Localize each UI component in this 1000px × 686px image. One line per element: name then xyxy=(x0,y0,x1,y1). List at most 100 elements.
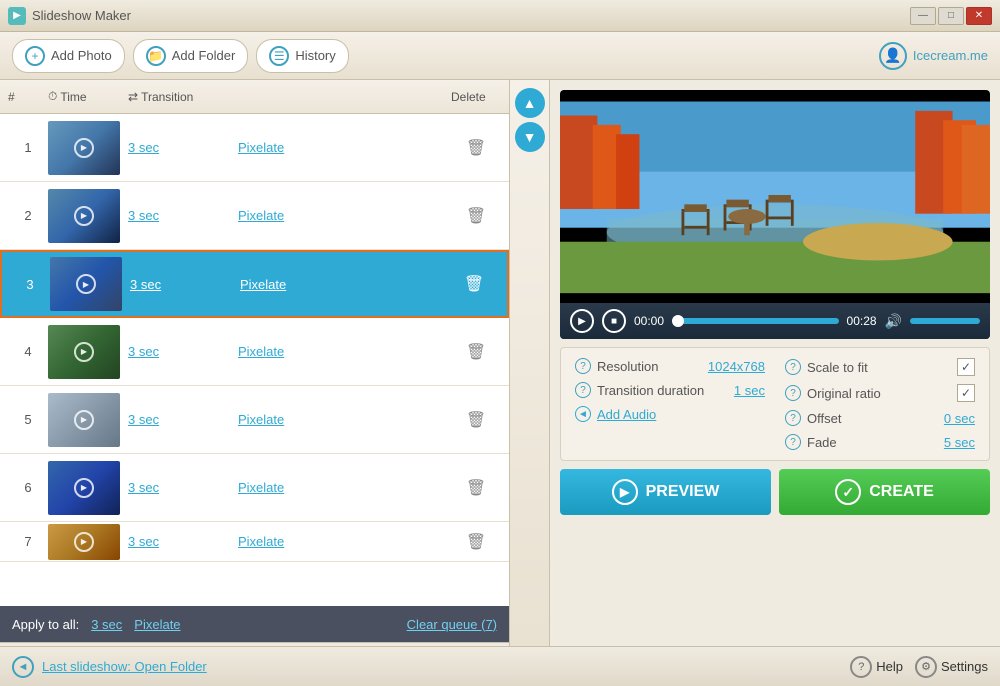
list-item[interactable]: 3 ▶ 3 sec Pixelate 🗑 xyxy=(0,250,509,318)
brand-icon: 👤 xyxy=(879,42,907,70)
settings-button[interactable]: ⚙ Settings xyxy=(915,656,988,678)
scale-to-fit-checkbox[interactable]: ✓ xyxy=(957,358,975,376)
apply-time-link[interactable]: 3 sec xyxy=(91,617,122,632)
scale-to-fit-help-icon[interactable]: ? xyxy=(785,359,801,375)
transition-link[interactable]: Pixelate xyxy=(238,208,451,223)
time-link[interactable]: 3 sec xyxy=(128,140,238,155)
list-item[interactable]: 7 ▶ 3 sec Pixelate 🗑 xyxy=(0,522,509,562)
brand-link[interactable]: 👤 Icecream.me xyxy=(879,42,988,70)
progress-thumb xyxy=(672,315,684,327)
offset-value[interactable]: 0 sec xyxy=(944,411,975,426)
delete-button[interactable]: 🗑 xyxy=(451,206,501,226)
play-icon: ▶ xyxy=(76,274,96,294)
transition-link[interactable]: Pixelate xyxy=(238,140,451,155)
play-button[interactable]: ▶ xyxy=(570,309,594,333)
row-number: 1 xyxy=(8,140,48,155)
time-link[interactable]: 3 sec xyxy=(128,344,238,359)
transition-link[interactable]: Pixelate xyxy=(238,534,451,549)
move-down-button[interactable]: ▼ xyxy=(515,122,545,152)
apply-label: Apply to all: xyxy=(12,617,79,632)
resolution-label: Resolution xyxy=(597,359,658,374)
thumbnail: ▶ xyxy=(48,121,120,175)
delete-button[interactable]: 🗑 xyxy=(451,342,501,362)
delete-button[interactable]: 🗑 xyxy=(451,532,501,552)
add-folder-button[interactable]: 📁 Add Folder xyxy=(133,39,249,73)
photo-list[interactable]: 1 ▶ 3 sec Pixelate 🗑 2 ▶ 3 sec Pixelate … xyxy=(0,114,509,606)
video-scene xyxy=(560,90,990,300)
fade-row: ? Fade 5 sec xyxy=(785,434,975,450)
window-controls: — □ ✕ xyxy=(910,7,992,25)
transition-icon: ⇄ xyxy=(128,90,138,104)
fade-help-icon[interactable]: ? xyxy=(785,434,801,450)
play-icon: ▶ xyxy=(74,206,94,226)
time-link[interactable]: 3 sec xyxy=(128,480,238,495)
time-link[interactable]: 3 sec xyxy=(130,277,240,292)
delete-button[interactable]: 🗑 xyxy=(451,410,501,430)
stop-button[interactable]: ■ xyxy=(602,309,626,333)
list-item[interactable]: 5 ▶ 3 sec Pixelate 🗑 xyxy=(0,386,509,454)
list-item[interactable]: 6 ▶ 3 sec Pixelate 🗑 xyxy=(0,454,509,522)
play-icon: ▶ xyxy=(74,532,94,552)
bottom-right-actions: ? Help ⚙ Settings xyxy=(850,656,988,678)
original-ratio-checkbox[interactable]: ✓ xyxy=(957,384,975,402)
row-number: 4 xyxy=(8,344,48,359)
resolution-value[interactable]: 1024x768 xyxy=(708,359,765,374)
original-ratio-label: Original ratio xyxy=(807,386,881,401)
delete-button[interactable]: 🗑 xyxy=(451,138,501,158)
preview-button[interactable]: ▶ PREVIEW xyxy=(560,469,771,515)
transition-duration-help-icon[interactable]: ? xyxy=(575,382,591,398)
maximize-button[interactable]: □ xyxy=(938,7,964,25)
add-audio-icon[interactable]: ◄ xyxy=(575,406,591,422)
time-link[interactable]: 3 sec xyxy=(128,208,238,223)
list-item[interactable]: 1 ▶ 3 sec Pixelate 🗑 xyxy=(0,114,509,182)
list-item[interactable]: 2 ▶ 3 sec Pixelate 🗑 xyxy=(0,182,509,250)
thumbnail: ▶ xyxy=(48,393,120,447)
delete-button[interactable]: 🗑 xyxy=(451,478,501,498)
add-audio-row: ◄ Add Audio xyxy=(575,406,765,422)
delete-button[interactable]: 🗑 xyxy=(449,274,499,294)
transition-link[interactable]: Pixelate xyxy=(240,277,449,292)
settings-label: Settings xyxy=(941,659,988,674)
add-photo-icon: + xyxy=(25,46,45,66)
main-content: # ⏱ Time ⇄ Transition Delete 1 ▶ xyxy=(0,80,1000,686)
clear-queue-link[interactable]: Clear queue (7) xyxy=(407,617,497,632)
time-icon: ⏱ xyxy=(48,89,57,104)
move-up-button[interactable]: ▲ xyxy=(515,88,545,118)
add-photo-button[interactable]: + Add Photo xyxy=(12,39,125,73)
help-button[interactable]: ? Help xyxy=(850,656,903,678)
volume-bar[interactable] xyxy=(910,318,980,324)
play-icon: ▶ xyxy=(74,478,94,498)
table-header: # ⏱ Time ⇄ Transition Delete xyxy=(0,80,509,114)
time-link[interactable]: 3 sec xyxy=(128,534,238,549)
help-label: Help xyxy=(876,659,903,674)
fade-value[interactable]: 5 sec xyxy=(944,435,975,450)
list-item[interactable]: 4 ▶ 3 sec Pixelate 🗑 xyxy=(0,318,509,386)
transition-link[interactable]: Pixelate xyxy=(238,412,451,427)
settings-right: ? Scale to fit ✓ ? Original ratio ✓ ? Of… xyxy=(785,358,975,450)
close-button[interactable]: ✕ xyxy=(966,7,992,25)
preview-label: PREVIEW xyxy=(646,483,720,501)
transition-duration-value[interactable]: 1 sec xyxy=(734,383,765,398)
app-icon: ▶ xyxy=(8,7,26,25)
settings-panel: ? Resolution 1024x768 ? Transition durat… xyxy=(560,347,990,461)
last-slideshow-link[interactable]: Last slideshow: Open Folder xyxy=(42,659,207,674)
row-number: 5 xyxy=(8,412,48,427)
thumbnail: ▶ xyxy=(48,189,120,243)
create-button[interactable]: ✓ CREATE xyxy=(779,469,990,515)
offset-help-icon[interactable]: ? xyxy=(785,410,801,426)
row-number: 6 xyxy=(8,480,48,495)
add-audio-link[interactable]: Add Audio xyxy=(597,407,656,422)
status-bar: ◄ Last slideshow: Open Folder ? Help ⚙ S… xyxy=(0,646,1000,686)
thumbnail: ▶ xyxy=(50,257,122,311)
volume-icon[interactable]: 🔊 xyxy=(885,313,902,330)
minimize-button[interactable]: — xyxy=(910,7,936,25)
apply-transition-link[interactable]: Pixelate xyxy=(134,617,180,632)
progress-bar[interactable] xyxy=(672,318,839,324)
transition-link[interactable]: Pixelate xyxy=(238,480,451,495)
resolution-help-icon[interactable]: ? xyxy=(575,358,591,374)
original-ratio-help-icon[interactable]: ? xyxy=(785,385,801,401)
play-icon: ▶ xyxy=(74,138,94,158)
transition-link[interactable]: Pixelate xyxy=(238,344,451,359)
history-button[interactable]: ☰ History xyxy=(256,39,348,73)
time-link[interactable]: 3 sec xyxy=(128,412,238,427)
